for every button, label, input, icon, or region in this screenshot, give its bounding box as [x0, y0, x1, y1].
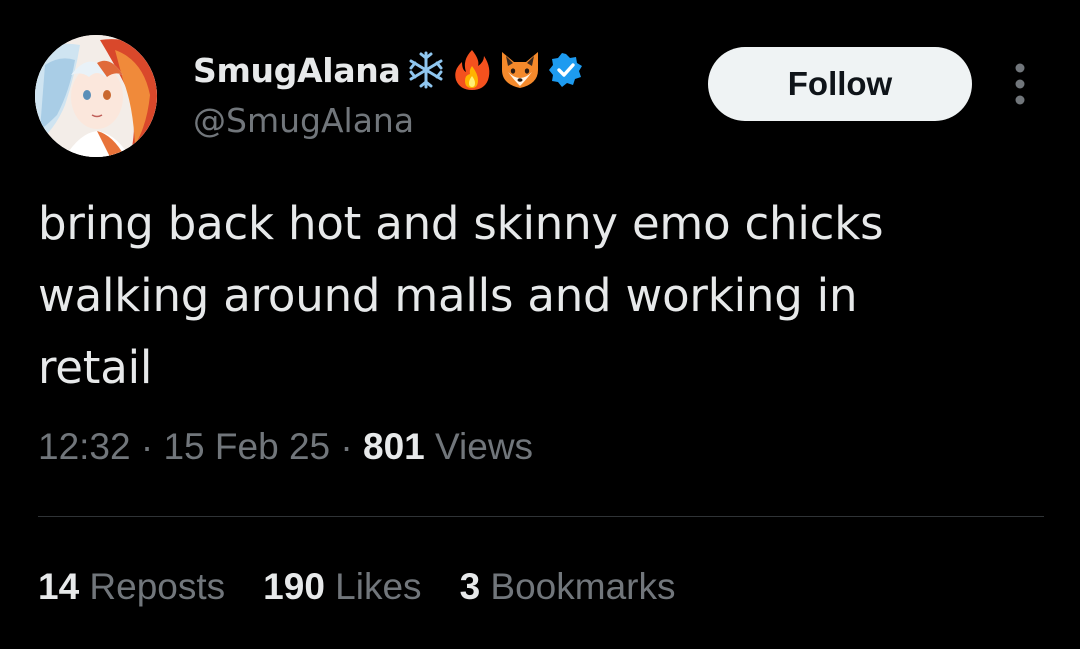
tweet-text: bring back hot and skinny emo chicks wal… — [38, 197, 884, 394]
avatar-image — [35, 35, 157, 157]
views-label: Views — [424, 426, 534, 467]
author-name-row: SmugAlana — [193, 44, 584, 96]
meta-separator: · — [130, 426, 164, 467]
follow-button[interactable]: Follow — [708, 47, 972, 121]
likes-stat[interactable]: 190 Likes — [263, 566, 421, 608]
verified-badge-icon[interactable] — [548, 52, 584, 88]
fox-icon — [498, 50, 542, 90]
bookmarks-label: Bookmarks — [480, 566, 676, 607]
tweet-time[interactable]: 12:32 — [38, 426, 131, 467]
likes-label: Likes — [324, 566, 422, 607]
tweet-date[interactable]: 15 Feb 25 — [163, 426, 330, 467]
bookmarks-stat[interactable]: 3 Bookmarks — [460, 566, 676, 608]
likes-count: 190 — [263, 566, 325, 607]
engagement-stats: 14 Reposts 190 Likes 3 Bookmarks — [38, 566, 675, 608]
reposts-stat[interactable]: 14 Reposts — [38, 566, 225, 608]
bookmarks-count: 3 — [459, 566, 481, 607]
more-vertical-icon — [1015, 63, 1025, 105]
divider — [38, 516, 1044, 517]
snowflake-icon — [406, 50, 446, 90]
author-display-name[interactable]: SmugAlana — [193, 51, 401, 90]
reposts-count: 14 — [38, 566, 80, 607]
views-count: 801 — [363, 426, 425, 467]
tweet-meta: 12:32 · 15 Feb 25 · 801 Views — [38, 426, 533, 468]
author-handle[interactable]: @SmugAlana — [193, 101, 414, 140]
meta-separator: · — [330, 426, 364, 467]
more-options-button[interactable] — [1002, 60, 1038, 108]
avatar[interactable] — [35, 35, 157, 157]
fire-icon — [452, 48, 492, 92]
reposts-label: Reposts — [79, 566, 226, 607]
